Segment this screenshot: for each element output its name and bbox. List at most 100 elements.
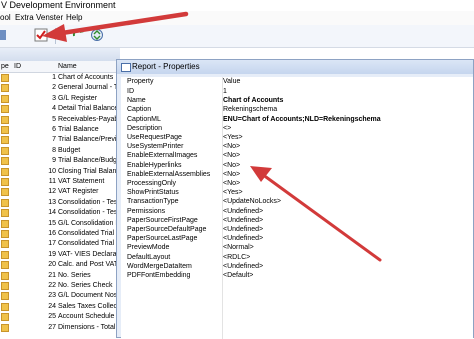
list-item[interactable]: 9 Trial Balance/Budget xyxy=(0,156,120,166)
object-name: Consolidation - Test B xyxy=(58,198,120,206)
object-name: General Journal - Tes xyxy=(58,84,120,92)
property-value[interactable]: <UpdateNoLocks> xyxy=(223,197,463,206)
property-value[interactable]: <Undefined> xyxy=(223,225,463,234)
list-item[interactable]: 22 No. Series Check xyxy=(0,281,120,290)
property-row[interactable]: ID 1 xyxy=(121,87,473,96)
object-name: Trial Balance/Budget xyxy=(58,157,120,165)
list-item[interactable]: 12 VAT Register xyxy=(0,187,120,197)
toolbar-icon-partial[interactable] xyxy=(0,28,14,42)
object-id: 25 xyxy=(48,313,56,321)
property-row[interactable]: ProcessingOnly <No> xyxy=(121,179,473,188)
property-row[interactable]: EnableExternalAssemblies <No> xyxy=(121,170,473,179)
list-item[interactable]: 17 Consolidated Trial Ba xyxy=(0,239,120,249)
property-row[interactable]: DefaultLayout <RDLC> xyxy=(121,253,473,262)
property-row[interactable]: CaptionML ENU=Chart of Accounts;NLD=Reken… xyxy=(121,115,473,124)
report-icon xyxy=(1,313,9,322)
list-item[interactable]: 7 Trial Balance/Previou xyxy=(0,135,120,145)
object-name: Budget xyxy=(58,146,81,154)
list-item[interactable]: 27 Dimensions - Total xyxy=(0,323,120,332)
property-row[interactable]: UseSystemPrinter <No> xyxy=(121,142,473,151)
property-value[interactable]: <RDLC> xyxy=(223,253,463,262)
property-value[interactable]: <No> xyxy=(223,142,463,151)
object-id: 2 xyxy=(52,84,56,92)
list-item[interactable]: 15 G/L Consolidation Eli xyxy=(0,219,120,228)
list-item[interactable]: 10 Closing Trial Balance xyxy=(0,167,120,176)
property-value[interactable]: ENU=Chart of Accounts;NLD=Rekeningschema xyxy=(223,115,463,124)
property-row[interactable]: UseRequestPage <Yes> xyxy=(121,133,473,142)
property-name: CaptionML xyxy=(127,115,161,123)
property-row[interactable]: PDFFontEmbedding <Default> xyxy=(121,271,473,280)
list-item[interactable]: 13 Consolidation - Test B xyxy=(0,198,120,207)
sync-icon[interactable] xyxy=(90,28,104,42)
menu-extra[interactable]: Extra xyxy=(15,11,34,25)
property-row[interactable]: Caption Rekeningschema xyxy=(121,105,473,114)
property-value[interactable]: <Normal> xyxy=(223,243,463,252)
property-name: PDFFontEmbedding xyxy=(127,272,191,279)
property-row[interactable]: ShowPrintStatus <Yes> xyxy=(121,188,473,197)
property-row[interactable]: EnableHyperlinks <No> xyxy=(121,161,473,170)
object-id: 23 xyxy=(48,292,56,300)
list-item[interactable]: 2 General Journal - Tes xyxy=(0,83,120,93)
property-row[interactable]: Description <> xyxy=(121,124,473,133)
column-name[interactable]: Name xyxy=(58,61,77,72)
list-item[interactable]: 8 Budget xyxy=(0,146,120,155)
object-name: G/L Register xyxy=(58,94,98,102)
property-value[interactable]: Chart of Accounts xyxy=(223,96,463,105)
property-value[interactable]: <Default> xyxy=(223,271,463,280)
list-item[interactable]: 21 No. Series xyxy=(0,271,120,280)
column-type[interactable]: pe xyxy=(1,61,9,72)
property-value[interactable]: <No> xyxy=(223,151,463,160)
property-value[interactable]: <Undefined> xyxy=(223,262,463,271)
list-item[interactable]: 19 VAT- VIES Declaratio xyxy=(0,250,120,259)
property-row[interactable]: PreviewMode <Normal> xyxy=(121,243,473,252)
object-id: 8 xyxy=(52,146,56,154)
property-name: PreviewMode xyxy=(127,244,170,252)
property-value[interactable]: <No> xyxy=(223,170,463,179)
menu-venster[interactable]: Venster xyxy=(36,11,63,25)
property-value[interactable]: <Yes> xyxy=(223,188,463,197)
list-item[interactable]: 11 VAT Statement xyxy=(0,177,120,186)
property-row[interactable]: WordMergeDataItem <Undefined> xyxy=(121,262,473,271)
property-row[interactable]: PaperSourceLastPage <Undefined> xyxy=(121,234,473,243)
property-value[interactable]: <No> xyxy=(223,161,463,170)
property-value[interactable]: 1 xyxy=(223,87,463,96)
compile-checkmark-icon[interactable] xyxy=(34,28,48,42)
object-name: VAT- VIES Declaratio xyxy=(58,250,120,258)
properties-title-bar[interactable]: Report - Properties xyxy=(117,60,473,74)
property-row[interactable]: PaperSourceDefaultPage <Undefined> xyxy=(121,225,473,234)
property-row[interactable]: Permissions <Undefined> xyxy=(121,207,473,216)
list-item[interactable]: 16 Consolidated Trial Ba xyxy=(0,229,120,238)
column-id[interactable]: ID xyxy=(14,61,21,72)
list-item[interactable]: 5 Receivables-Payable xyxy=(0,115,120,124)
list-item[interactable]: 1 Chart of Accounts xyxy=(0,73,120,82)
property-row[interactable]: EnableExternalImages <No> xyxy=(121,151,473,160)
list-item[interactable]: 24 Sales Taxes Collecte xyxy=(0,302,120,311)
property-row[interactable]: Name Chart of Accounts xyxy=(121,96,473,105)
refresh-icon[interactable] xyxy=(72,28,86,42)
property-value[interactable]: <Undefined> xyxy=(223,216,463,225)
properties-title: Report - Properties xyxy=(132,62,200,71)
list-item[interactable]: 14 Consolidation - Test F xyxy=(0,208,120,218)
property-row[interactable]: TransactionType <UpdateNoLocks> xyxy=(121,197,473,206)
property-name: EnableExternalAssemblies xyxy=(127,170,211,178)
list-item[interactable]: 3 G/L Register xyxy=(0,94,120,103)
report-icon xyxy=(1,105,9,114)
property-value[interactable]: Rekeningschema xyxy=(223,105,463,114)
property-row[interactable]: PaperSourceFirstPage <Undefined> xyxy=(121,216,473,225)
list-item[interactable]: 25 Account Schedule xyxy=(0,312,120,322)
list-item[interactable]: 23 G/L Document Nos. xyxy=(0,291,120,301)
property-value[interactable]: <> xyxy=(223,124,463,133)
menu-help[interactable]: Help xyxy=(66,11,82,25)
property-name: Name xyxy=(127,97,146,105)
property-value[interactable]: <Undefined> xyxy=(223,234,463,243)
list-item[interactable]: 20 Calc. and Post VAT S xyxy=(0,260,120,270)
property-value[interactable]: <Yes> xyxy=(223,133,463,142)
list-item[interactable]: 4 Detail Trial Balance xyxy=(0,104,120,114)
object-id: 24 xyxy=(48,302,56,310)
object-name: Dimensions - Total xyxy=(58,323,116,331)
property-value[interactable]: <Undefined> xyxy=(223,207,463,216)
object-id: 16 xyxy=(48,230,56,237)
list-item[interactable]: 6 Trial Balance xyxy=(0,125,120,134)
property-value[interactable]: <No> xyxy=(223,179,463,188)
menu-tools[interactable]: ool xyxy=(0,11,11,25)
